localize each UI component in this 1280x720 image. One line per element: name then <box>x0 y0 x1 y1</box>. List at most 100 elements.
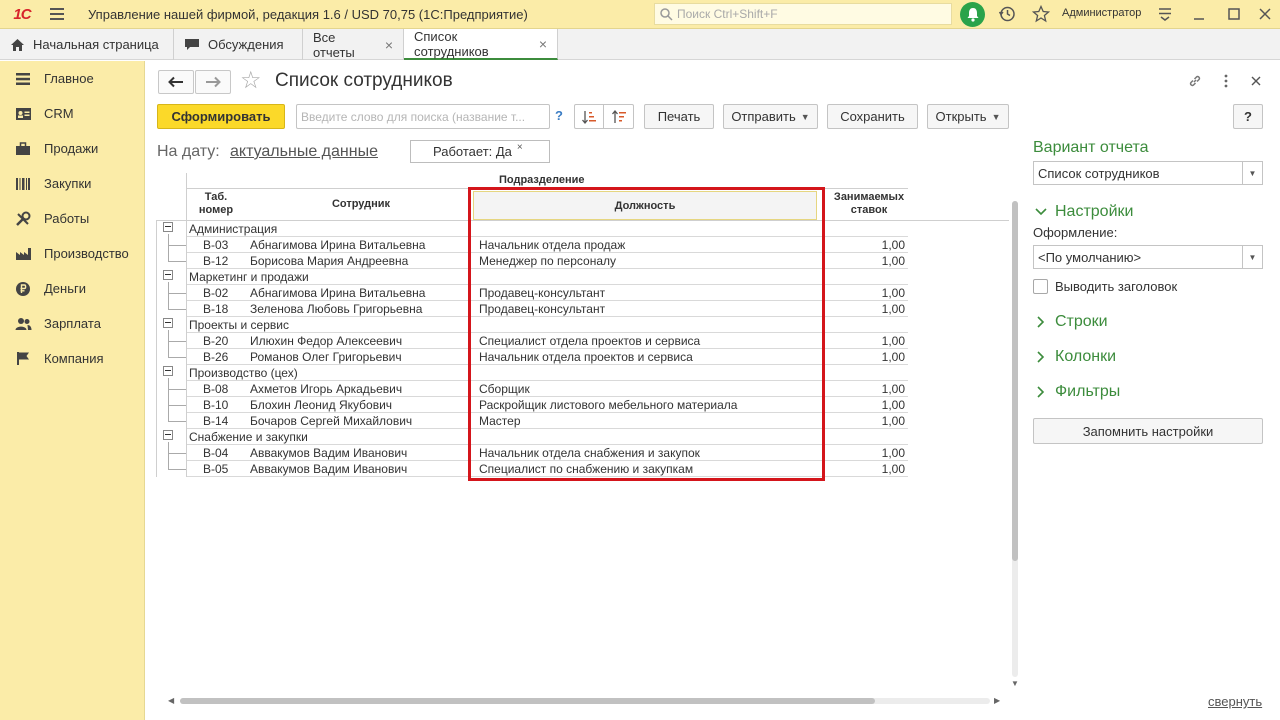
minimize-icon[interactable] <box>1189 4 1209 24</box>
table-row[interactable]: В-14 Бочаров Сергей Михайлович Мастер 1,00 <box>156 413 1009 429</box>
scroll-right-icon[interactable]: ▶ <box>994 696 1000 705</box>
tab-number-cell: В-14 <box>203 414 229 428</box>
header-position[interactable]: Должность <box>473 191 817 220</box>
group-row[interactable]: Маркетинг и продажи <box>156 269 1009 285</box>
help-button[interactable]: ? <box>1233 104 1263 129</box>
remember-settings-button[interactable]: Запомнить настройки <box>1033 418 1263 444</box>
columns-section[interactable]: Колонки <box>1034 348 1116 366</box>
collapse-group-icon[interactable] <box>163 222 173 232</box>
rate-cell: 1,00 <box>881 414 905 428</box>
table-row[interactable]: В-26 Романов Олег Григорьевич Начальник от… <box>156 349 1009 365</box>
back-button[interactable] <box>158 70 194 94</box>
table-row[interactable]: В-02 Абнагимова Ирина Витальевна Продавец-… <box>156 285 1009 301</box>
sort-ascending-icon[interactable] <box>575 105 605 128</box>
tab-employee-list[interactable]: Список сотрудников × <box>404 29 558 60</box>
date-link[interactable]: актуальные данные <box>230 143 378 161</box>
group-row[interactable]: Снабжение и закупки <box>156 429 1009 445</box>
table-row[interactable]: В-10 Блохин Леонид Якубович Раскройщик лис… <box>156 397 1009 413</box>
chevron-down-icon[interactable]: ▼ <box>1242 162 1262 184</box>
close-icon[interactable]: × <box>517 142 523 153</box>
vertical-scroll-thumb[interactable] <box>1012 201 1018 561</box>
group-row[interactable]: Производство (цех) <box>156 365 1009 381</box>
filter-chip[interactable]: Работает: Да × <box>410 140 550 163</box>
horizontal-scroll-thumb[interactable] <box>180 698 875 704</box>
maximize-icon[interactable] <box>1224 4 1244 24</box>
settings-menu-icon[interactable] <box>1155 4 1175 24</box>
tree-line <box>168 234 169 261</box>
filters-section[interactable]: Фильтры <box>1034 383 1120 401</box>
rows-section[interactable]: Строки <box>1034 313 1108 331</box>
app-logo[interactable]: 1С <box>0 0 44 29</box>
tree-line <box>168 330 169 357</box>
barcode-icon <box>14 176 32 192</box>
vertical-scrollbar[interactable]: ▼ <box>1010 189 1020 689</box>
table-row[interactable]: В-04 Аввакумов Вадим Иванович Начальник от… <box>156 445 1009 461</box>
table-row[interactable]: В-05 Аввакумов Вадим Иванович Специалист п… <box>156 461 1009 477</box>
collapse-group-icon[interactable] <box>163 366 173 376</box>
close-window-icon[interactable] <box>1255 4 1275 24</box>
sort-descending-icon[interactable] <box>604 105 633 128</box>
group-row[interactable]: Администрация <box>156 221 1009 237</box>
collapse-link[interactable]: свернуть <box>1208 694 1262 709</box>
sidebar-item-salary[interactable]: Зарплата <box>0 306 144 341</box>
tab-home[interactable]: Начальная страница <box>0 29 174 60</box>
main-menu-icon[interactable] <box>44 0 70 29</box>
sidebar-item-sales[interactable]: Продажи <box>0 131 144 166</box>
table-row[interactable]: В-18 Зеленова Любовь Григорьевна Продавец-… <box>156 301 1009 317</box>
tab-discussions[interactable]: Обсуждения <box>174 29 303 60</box>
close-form-icon[interactable] <box>1246 71 1266 91</box>
settings-section[interactable]: Настройки <box>1034 203 1133 221</box>
chevron-down-icon[interactable]: ▼ <box>1242 246 1262 268</box>
table-row[interactable]: В-03 Абнагимова Ирина Витальевна Начальник… <box>156 237 1009 253</box>
collapse-group-icon[interactable] <box>163 430 173 440</box>
global-search-input[interactable]: Поиск Ctrl+Shift+F <box>654 3 952 25</box>
favorites-star-icon[interactable] <box>1031 4 1051 24</box>
variant-select[interactable]: Список сотрудников ▼ <box>1033 161 1263 185</box>
tab-all-reports[interactable]: Все отчеты × <box>303 29 404 60</box>
sidebar-item-crm[interactable]: CRM <box>0 96 144 131</box>
generate-button[interactable]: Сформировать <box>157 104 285 129</box>
more-actions-icon[interactable] <box>1216 71 1236 91</box>
table-row[interactable]: В-20 Илюхин Федор Алексеевич Специалист от… <box>156 333 1009 349</box>
tab-number-cell: В-18 <box>203 302 229 316</box>
tools-icon <box>14 211 32 227</box>
position-cell: Начальник отдела проектов и сервиса <box>479 350 693 364</box>
close-tab-icon[interactable]: × <box>539 36 547 52</box>
notification-bell-icon[interactable] <box>960 2 985 27</box>
show-header-checkbox[interactable]: Выводить заголовок <box>1033 279 1177 294</box>
save-button[interactable]: Сохранить <box>827 104 918 129</box>
scroll-left-icon[interactable]: ◀ <box>168 696 174 705</box>
rate-cell: 1,00 <box>881 462 905 476</box>
group-row[interactable]: Проекты и сервис <box>156 317 1009 333</box>
sidebar-item-production[interactable]: Производство <box>0 236 144 271</box>
report-search-input[interactable]: Введите слово для поиска (название т... <box>296 104 550 129</box>
search-help-icon[interactable]: ? <box>555 108 563 123</box>
history-icon[interactable] <box>997 4 1017 24</box>
rate-cell: 1,00 <box>881 382 905 396</box>
user-name[interactable]: Администратор <box>1062 7 1141 19</box>
close-tab-icon[interactable]: × <box>385 37 393 53</box>
horizontal-scrollbar[interactable]: ◀ ▶ <box>168 696 1003 706</box>
report-table[interactable]: Подразделение Таб. номер Сотрудник Должн… <box>156 173 1009 693</box>
forward-button[interactable] <box>195 70 231 94</box>
link-icon[interactable] <box>1185 71 1205 91</box>
table-row[interactable]: В-12 Борисова Мария Андреевна Менеджер по … <box>156 253 1009 269</box>
print-button[interactable]: Печать <box>644 104 714 129</box>
collapse-group-icon[interactable] <box>163 318 173 328</box>
open-button[interactable]: Открыть ▼ <box>927 104 1009 129</box>
sidebar-item-works[interactable]: Работы <box>0 201 144 236</box>
sidebar-item-label: Закупки <box>44 176 92 191</box>
sidebar-item-money[interactable]: Деньги <box>0 271 144 306</box>
table-row[interactable]: В-08 Ахметов Игорь Аркадьевич Сборщик 1,00 <box>156 381 1009 397</box>
tab-number-cell: В-02 <box>203 286 229 300</box>
favorite-star-icon[interactable]: ☆ <box>240 68 262 94</box>
briefcase-icon <box>14 141 32 157</box>
collapse-group-icon[interactable] <box>163 270 173 280</box>
checkbox-box[interactable] <box>1033 279 1048 294</box>
sidebar-item-purchases[interactable]: Закупки <box>0 166 144 201</box>
sidebar-item-main[interactable]: Главное <box>0 61 144 96</box>
sidebar-item-company[interactable]: Компания <box>0 341 144 376</box>
send-button[interactable]: Отправить ▼ <box>723 104 818 129</box>
format-select[interactable]: <По умолчанию> ▼ <box>1033 245 1263 269</box>
scroll-down-icon[interactable]: ▼ <box>1011 679 1019 688</box>
